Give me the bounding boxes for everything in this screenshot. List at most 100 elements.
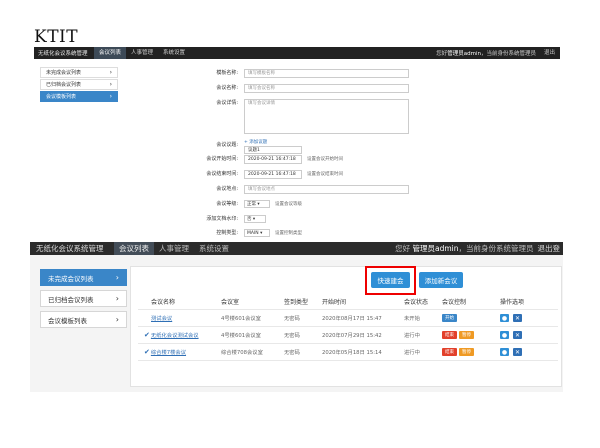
start-cell: 2020年07月29日 15:42 (322, 333, 382, 339)
col-start: 开始时间 (322, 298, 347, 306)
end-time-input[interactable]: 2020-09-21 16:47:18 (244, 170, 302, 179)
watermark-select[interactable]: 否 ▾ (244, 215, 266, 223)
user-name: 管理员admin (447, 51, 481, 57)
sign-cell: 无密码 (284, 333, 300, 339)
meeting-detail-label: 会议详情: (216, 100, 238, 106)
sidebar-item-unfinished[interactable]: 未完成会议列表 › (40, 269, 127, 286)
highlight-box (365, 266, 416, 295)
room-cell: 4号楼601会议室 (221, 316, 261, 322)
app-title: 无纸化会议系统管理 (38, 51, 88, 57)
start-cell: 2020年08月17日 15:47 (322, 316, 382, 322)
sidebar-item-templates[interactable]: 会议模板列表 › (40, 91, 118, 102)
meeting-name-label: 会议名称: (216, 85, 238, 91)
check-icon: ✔ (144, 331, 150, 339)
level-select[interactable]: 正常 ▾ (244, 200, 270, 208)
meeting-table: 会议名称 会议室 签到类型 开始时间 会议状态 会议控制 操作选项 测试会议 4… (138, 293, 558, 361)
start-cell: 2020年05月18日 15:14 (322, 350, 382, 356)
sidebar: 未完成会议列表 › 已归档会议列表 › 会议模板列表 › (40, 269, 127, 332)
end-time-hint: 设置会议结束时间 (307, 172, 343, 177)
col-name: 会议名称 (151, 298, 176, 306)
room-cell: 4号楼601会议室 (221, 333, 261, 339)
sidebar-item-archived[interactable]: 已归档会议列表 › (40, 290, 127, 307)
view-icon[interactable]: ● (500, 348, 509, 356)
table-header: 会议名称 会议室 签到类型 开始时间 会议状态 会议控制 操作选项 (138, 293, 558, 310)
sidebar-item-templates[interactable]: 会议模板列表 › (40, 311, 127, 328)
level-hint: 设置会议等级 (275, 202, 302, 207)
agenda-label: 会议议题: (216, 142, 238, 148)
level-label: 会议等级: (216, 201, 238, 207)
col-actions: 操作选项 (500, 298, 525, 306)
control-type-select[interactable]: MAIN ▾ (244, 229, 270, 237)
sign-cell: 无密码 (284, 316, 300, 322)
nav-personnel[interactable]: 人事管理 (154, 242, 194, 255)
logout-link[interactable]: 退出登 (538, 243, 564, 254)
end-meeting-button[interactable]: 结束 (442, 348, 457, 356)
chevron-right-icon: › (109, 93, 112, 100)
template-name-label: 模板名称: (216, 70, 238, 76)
status-cell: 进行中 (404, 333, 420, 339)
meeting-detail-textarea[interactable]: 填写会议详情 (244, 99, 409, 134)
end-time-label: 会议结束时间: (206, 171, 238, 177)
nav-settings[interactable]: 系统设置 (158, 47, 190, 59)
room-cell: 综合楼708会议室 (221, 350, 263, 356)
delete-icon[interactable]: ✕ (513, 331, 522, 339)
app-title: 无纸化会议系统管理 (36, 244, 104, 253)
add-meeting-button[interactable]: 添加新会议 (419, 272, 463, 288)
nav-settings[interactable]: 系统设置 (194, 242, 234, 255)
col-control: 会议控制 (442, 298, 467, 306)
view-icon[interactable]: ● (500, 314, 509, 322)
chevron-right-icon: › (115, 294, 119, 303)
meeting-name-link[interactable]: 综合楼7楼会议 (151, 350, 186, 356)
pause-meeting-button[interactable]: 暂停 (459, 331, 474, 339)
location-input[interactable]: 填写会议地点 (244, 185, 409, 194)
view-icon[interactable]: ● (500, 331, 509, 339)
top-navbar: 无纸化会议系统管理 会议列表 人事管理 系统设置 您好管理员admin，当前身份… (34, 47, 560, 59)
start-time-input[interactable]: 2020-09-21 16:47:18 (244, 155, 302, 164)
control-type-label: 控制类型: (216, 230, 238, 236)
meeting-list-screenshot: 无纸化会议系统管理 会议列表 人事管理 系统设置 您好 管理员admin，当前身… (30, 242, 563, 392)
delete-icon[interactable]: ✕ (513, 314, 522, 322)
pause-meeting-button[interactable]: 暂停 (459, 348, 474, 356)
meeting-name-link[interactable]: 测试会议 (151, 316, 172, 322)
user-name: 管理员admin (412, 244, 459, 253)
add-agenda-link[interactable]: + 添加议题 (244, 139, 302, 145)
brand-label: KTIT (34, 27, 79, 47)
top-navbar: 无纸化会议系统管理 会议列表 人事管理 系统设置 您好 管理员admin，当前身… (30, 242, 563, 255)
logout-link[interactable]: 退出 (539, 47, 560, 59)
form-screenshot: 无纸化会议系统管理 会议列表 人事管理 系统设置 您好管理员admin，当前身份… (34, 47, 560, 240)
col-sign: 签到类型 (284, 298, 309, 306)
status-cell: 未开始 (404, 316, 420, 322)
user-info: 您好管理员admin，当前身份系统管理员 (436, 51, 536, 57)
chevron-right-icon: › (109, 69, 112, 76)
start-meeting-button[interactable]: 开始 (442, 314, 457, 322)
end-meeting-button[interactable]: 结束 (442, 331, 457, 339)
status-cell: 进行中 (404, 350, 420, 356)
delete-icon[interactable]: ✕ (513, 348, 522, 356)
user-info: 您好 管理员admin，当前身份系统管理员 (395, 244, 534, 253)
chevron-right-icon: › (115, 315, 119, 324)
start-time-label: 会议开始时间: (206, 156, 238, 162)
agenda-item-input[interactable]: 议题1 (244, 146, 302, 154)
watermark-label: 添加文档水印: (206, 216, 238, 222)
sign-cell: 无密码 (284, 350, 300, 356)
meeting-name-input[interactable]: 填写会议名称 (244, 84, 409, 93)
col-room: 会议室 (221, 298, 240, 306)
nav-meeting-list[interactable]: 会议列表 (114, 242, 154, 255)
table-row: ✔综合楼7楼会议 综合楼708会议室 无密码 2020年05月18日 15:14… (138, 344, 558, 361)
nav-personnel[interactable]: 人事管理 (126, 47, 158, 59)
table-row: 测试会议 4号楼601会议室 无密码 2020年08月17日 15:47 未开始… (138, 310, 558, 327)
location-label: 会议地点: (216, 186, 238, 192)
sidebar-item-unfinished[interactable]: 未完成会议列表 › (40, 67, 118, 78)
nav-meeting-list[interactable]: 会议列表 (94, 47, 127, 59)
check-icon: ✔ (144, 348, 150, 356)
start-time-hint: 设置会议开始时间 (307, 157, 343, 162)
chevron-right-icon: › (109, 81, 112, 88)
sidebar: 未完成会议列表 › 已归档会议列表 › 会议模板列表 › (40, 67, 118, 103)
template-name-input[interactable]: 填写模板名称 (244, 69, 409, 78)
meeting-name-link[interactable]: 无纸化会议测试会议 (151, 333, 199, 339)
control-type-hint: 设置控制类型 (275, 231, 302, 236)
col-status: 会议状态 (404, 298, 429, 306)
sidebar-item-archived[interactable]: 已归档会议列表 › (40, 79, 118, 90)
table-row: ✔无纸化会议测试会议 4号楼601会议室 无密码 2020年07月29日 15:… (138, 327, 558, 344)
chevron-right-icon: › (115, 273, 119, 282)
